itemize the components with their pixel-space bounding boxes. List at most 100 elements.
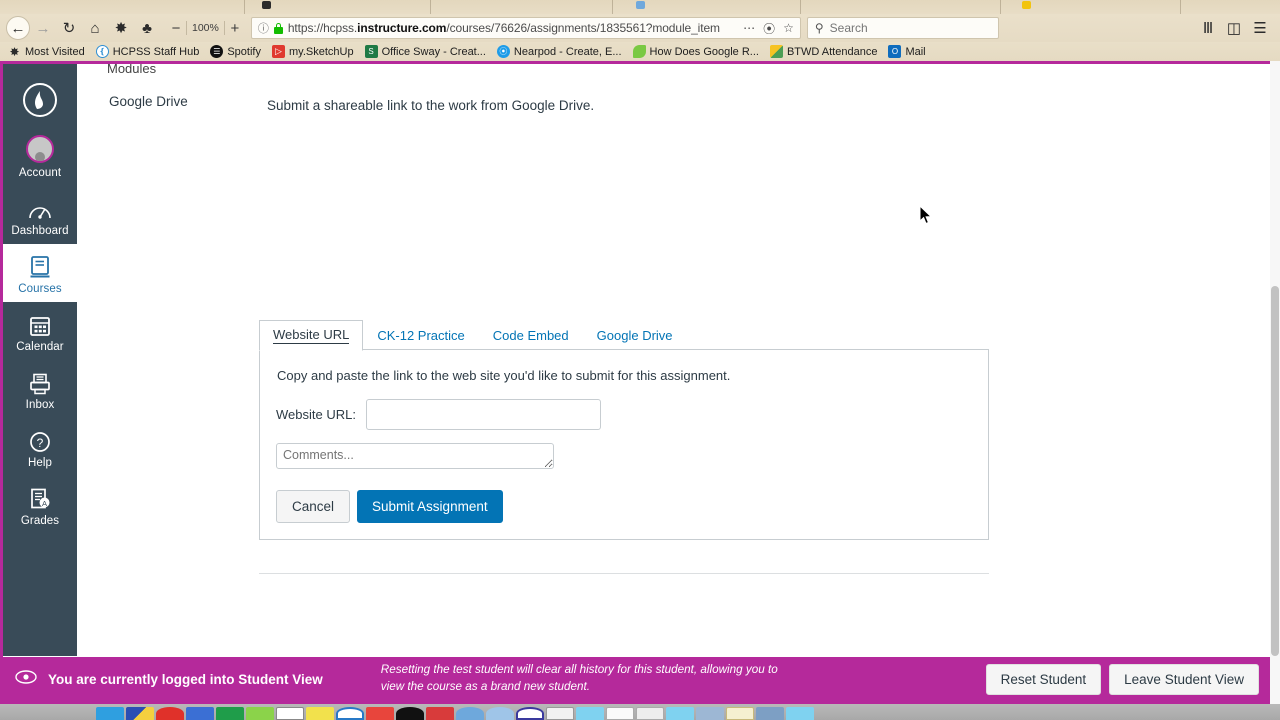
home-icon[interactable]: ⌂ (82, 16, 108, 40)
bookmark-how-does-google[interactable]: How Does Google R... (629, 43, 766, 60)
help-question-icon: ? (29, 427, 51, 453)
zoom-in-button[interactable]: + (227, 20, 243, 37)
submission-tabs: Website URL CK-12 Practice Code Embed Go… (259, 319, 989, 351)
bookmarks-bar: ✸ Most Visited ❴ HCPSS Staff Hub ☰ Spoti… (0, 42, 1280, 61)
sidebar-item-label: Courses (18, 283, 62, 295)
courses-book-icon (29, 253, 51, 279)
svg-text:?: ? (37, 436, 44, 450)
reset-student-button[interactable]: Reset Student (985, 663, 1102, 695)
inbox-icon (29, 369, 51, 395)
canvas-logo-icon[interactable] (3, 72, 77, 128)
website-url-label: Website URL: (276, 407, 356, 422)
sidebar-item-label: Grades (20, 515, 60, 527)
student-view-message: You are currently logged into Student Vi… (48, 671, 323, 687)
library-icon[interactable]: Ⅲ (1196, 16, 1220, 40)
browser-navigation-bar: ← → ↻ ⌂ ✸ ♣ − 100% + ⓘ https://hcpss.ins… (0, 14, 1280, 42)
info-circle-icon[interactable]: ⓘ (258, 20, 269, 36)
bookmark-nearpod[interactable]: ⦿ Nearpod - Create, E... (493, 43, 629, 60)
sidebar-item-grades[interactable]: A Grades (3, 476, 77, 534)
search-input[interactable]: ⚲ Search (806, 17, 999, 39)
hamburger-menu-icon[interactable]: ☰ (1248, 16, 1272, 40)
screen: ← → ↻ ⌂ ✸ ♣ − 100% + ⓘ https://hcpss.ins… (0, 0, 1280, 720)
grades-icon: A (29, 485, 51, 511)
bookmark-label: Most Visited (25, 45, 85, 58)
address-bar[interactable]: ⓘ https://hcpss.instructure.com/courses/… (250, 17, 801, 39)
sketchup-icon: ▷ (271, 45, 285, 58)
submit-assignment-button[interactable]: Submit Assignment (357, 490, 503, 523)
bookmark-label: How Does Google R... (649, 45, 759, 58)
ellipsis-icon[interactable]: ⋯ (743, 21, 755, 35)
bookmark-label: Spotify (227, 45, 261, 58)
dashboard-icon (28, 195, 52, 221)
assignment-submission-box: Website URL CK-12 Practice Code Embed Go… (259, 319, 989, 540)
bookmark-office-sway[interactable]: S Office Sway - Creat... (361, 43, 493, 60)
reload-icon[interactable]: ↻ (56, 16, 82, 40)
global-navigation-sidebar: Account Dashboard Courses Calendar Inbox… (3, 64, 77, 656)
mouse-cursor (920, 206, 932, 225)
sidebar-item-help[interactable]: ? Help (3, 418, 77, 476)
scrollbar-thumb[interactable] (1271, 286, 1279, 656)
url-text: https://hcpss.instructure.com/courses/76… (287, 21, 720, 35)
comments-textarea[interactable] (276, 443, 554, 469)
google-drive-icon (769, 45, 783, 58)
sidebar-icon[interactable]: ◫ (1222, 16, 1246, 40)
gear-icon[interactable]: ✸ (108, 16, 134, 40)
eye-icon (15, 669, 37, 689)
bookmark-label: Nearpod - Create, E... (513, 45, 622, 58)
canvas-page: Account Dashboard Courses Calendar Inbox… (0, 61, 1280, 704)
breadcrumb[interactable]: Modules (107, 64, 156, 76)
bookmark-hcpss-staff-hub[interactable]: ❴ HCPSS Staff Hub (92, 43, 207, 60)
website-url-panel: Copy and paste the link to the web site … (259, 349, 989, 540)
bookmark-my-sketchup[interactable]: ▷ my.SketchUp (268, 43, 361, 60)
sidebar-item-courses[interactable]: Courses (3, 244, 77, 302)
bookmark-most-visited[interactable]: ✸ Most Visited (4, 43, 92, 60)
sidebar-item-account[interactable]: Account (3, 128, 77, 186)
tab-website-url[interactable]: Website URL (259, 320, 364, 351)
sidebar-item-inbox[interactable]: Inbox (3, 360, 77, 418)
sidebar-item-dashboard[interactable]: Dashboard (3, 186, 77, 244)
bookmark-label: BTWD Attendance (786, 45, 878, 58)
tab-ck12-practice[interactable]: CK-12 Practice (363, 321, 478, 351)
pocket-icon[interactable]: ⦿ (763, 20, 775, 37)
page-scrollbar[interactable] (1270, 61, 1280, 704)
lock-icon[interactable] (273, 22, 283, 34)
outlook-mail-icon: O (888, 45, 902, 58)
os-taskbar[interactable] (0, 704, 1280, 720)
bookmark-btwd-attendance[interactable]: BTWD Attendance (766, 43, 885, 60)
bookmark-mail[interactable]: O Mail (884, 43, 932, 60)
browser-tab-strip[interactable] (0, 0, 1280, 14)
sidebar-item-label: Calendar (16, 341, 64, 353)
forward-arrow-icon[interactable]: → (30, 16, 56, 40)
submission-hint: Copy and paste the link to the web site … (277, 368, 731, 383)
zoom-controls: − 100% + (168, 20, 243, 37)
bookmark-label: Office Sway - Creat... (381, 45, 486, 58)
leaf-icon (632, 45, 646, 58)
content-divider (259, 573, 989, 574)
back-arrow-icon[interactable]: ← (6, 16, 30, 40)
tab-google-drive[interactable]: Google Drive (583, 321, 687, 351)
sidebar-item-label: Inbox (25, 399, 55, 411)
tab-code-embed[interactable]: Code Embed (479, 321, 583, 351)
hcpss-icon: ❴ (95, 45, 109, 58)
user-avatar-icon (26, 135, 54, 163)
cancel-button[interactable]: Cancel (276, 490, 351, 523)
search-icon: ⚲ (814, 21, 824, 35)
website-url-row: Website URL: (276, 399, 972, 430)
main-content: Modules Google Drive Submit a shareable … (77, 64, 1277, 701)
bookmark-label: my.SketchUp (288, 45, 354, 58)
submission-type-label: Google Drive (109, 94, 188, 109)
website-url-input[interactable] (365, 399, 601, 430)
leave-student-view-button[interactable]: Leave Student View (1109, 663, 1259, 695)
search-placeholder: Search (829, 21, 868, 35)
sidebar-item-calendar[interactable]: Calendar (3, 302, 77, 360)
puzzle-piece-icon[interactable]: ♣ (134, 16, 160, 40)
student-view-bar: You are currently logged into Student Vi… (3, 657, 1277, 701)
sidebar-item-label: Account (18, 167, 62, 179)
star-icon[interactable]: ☆ (783, 21, 794, 35)
zoom-level-label[interactable]: 100% (189, 22, 222, 34)
bookmark-spotify[interactable]: ☰ Spotify (206, 43, 268, 60)
zoom-out-button[interactable]: − (168, 20, 184, 37)
bookmark-label: Mail (905, 45, 926, 58)
calendar-icon (29, 311, 51, 337)
spotify-icon: ☰ (210, 45, 224, 58)
